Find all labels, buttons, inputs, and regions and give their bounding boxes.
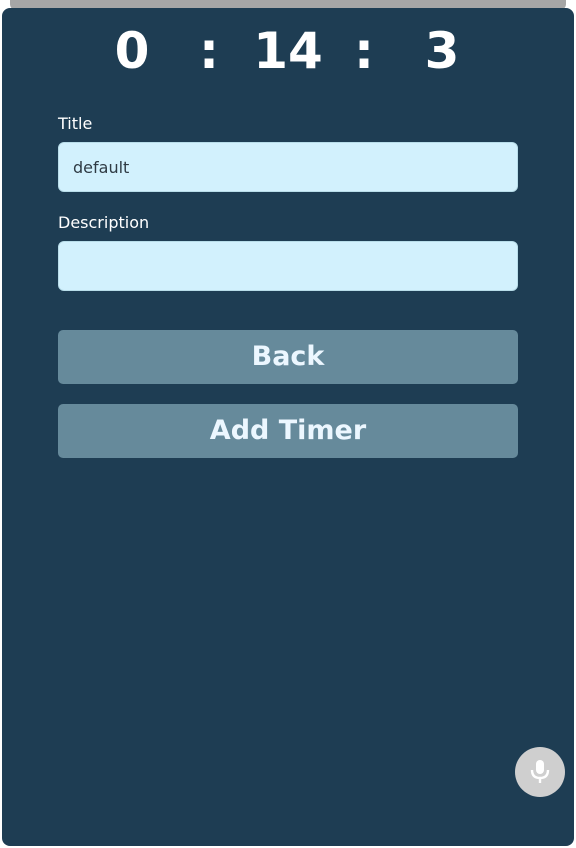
- description-label: Description: [58, 213, 150, 232]
- back-button[interactable]: Back: [58, 330, 518, 384]
- timer-minutes: 0: [114, 22, 150, 80]
- microphone-icon: [530, 760, 550, 783]
- timer-tenths: 3: [424, 22, 460, 80]
- timer-separator: :: [199, 22, 219, 80]
- timer-display: 0 : 14 : 3: [0, 20, 576, 82]
- description-input[interactable]: [58, 241, 518, 291]
- title-input[interactable]: [58, 142, 518, 192]
- title-label: Title: [58, 114, 93, 133]
- mic-button[interactable]: [515, 747, 565, 797]
- timer-separator: :: [354, 22, 374, 80]
- timer-seconds: 14: [253, 22, 323, 80]
- add-timer-button[interactable]: Add Timer: [58, 404, 518, 458]
